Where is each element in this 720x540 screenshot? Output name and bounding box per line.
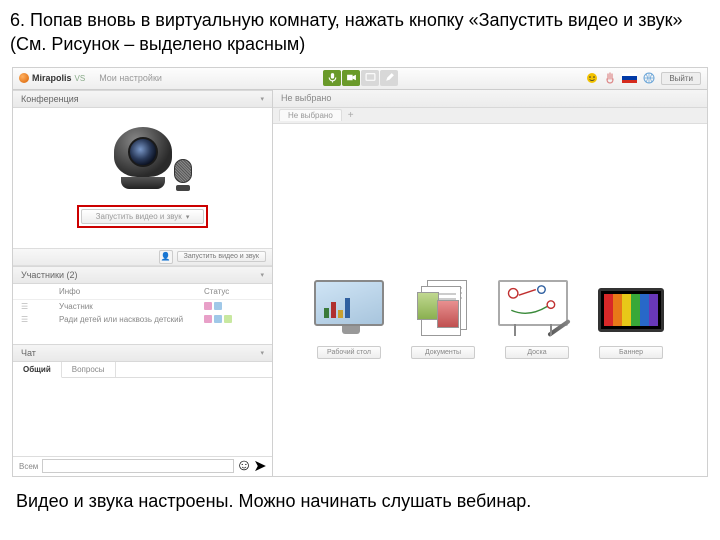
participant-row[interactable]: ☰ Участник: [13, 300, 272, 313]
smiley-icon[interactable]: [586, 72, 598, 84]
send-icon[interactable]: ➤: [254, 460, 266, 472]
banner-label: Баннер: [599, 346, 663, 359]
col-info: Инфо: [59, 287, 204, 296]
pencil-icon[interactable]: [380, 70, 398, 86]
breadcrumb: Мои настройки: [99, 73, 162, 83]
content-tab[interactable]: Не выбрано: [279, 109, 342, 121]
app-screenshot: Mirapolis VS Мои настройки Выйти: [12, 67, 708, 477]
app-logo: Mirapolis VS: [19, 73, 85, 83]
mic-icon[interactable]: [323, 70, 341, 86]
documents-card[interactable]: Документы: [404, 280, 482, 359]
conference-panel-header: Конференция ▾: [13, 90, 272, 108]
banner-card[interactable]: Баннер: [592, 280, 670, 359]
chat-title: Чат: [21, 348, 36, 358]
content-header-label: Не выбрано: [281, 93, 331, 103]
add-tab-icon[interactable]: +: [348, 110, 354, 121]
participants-panel-header: Участники (2) ▾: [13, 266, 272, 284]
caret-icon[interactable]: ▾: [260, 349, 264, 357]
caret-icon[interactable]: ▾: [260, 271, 264, 279]
emoji-icon[interactable]: ☺: [238, 460, 250, 472]
conference-toolbar: 👤 Запустить видео и звук: [13, 248, 272, 266]
documents-label: Документы: [411, 346, 475, 359]
conference-preview: Запустить видео и звук: [13, 108, 272, 248]
board-card[interactable]: Доска: [498, 280, 576, 359]
top-bar: Mirapolis VS Мои настройки Выйти: [13, 68, 707, 90]
chat-panel-header: Чат ▾: [13, 344, 272, 362]
tab-general[interactable]: Общий: [13, 362, 62, 378]
microphone-icon: [174, 159, 192, 191]
desktop-card[interactable]: Рабочий стол: [310, 280, 388, 359]
step-instruction: 6. Попав вновь в виртуальную комнату, на…: [10, 8, 710, 57]
participants-list: Инфо Статус ☰ Участник ☰ Ради детей или …: [13, 284, 272, 344]
participants-title: Участники (2): [21, 270, 78, 280]
chat-input[interactable]: [42, 459, 234, 473]
hand-icon[interactable]: [604, 72, 616, 84]
col-status: Статус: [204, 287, 264, 296]
launch-av-small-button[interactable]: Запустить видео и звук: [177, 251, 266, 262]
screen-icon[interactable]: [361, 70, 379, 86]
participant-row[interactable]: ☰ Ради детей или насквозь детский: [13, 313, 272, 326]
globe-icon[interactable]: [643, 72, 655, 84]
launch-av-button[interactable]: Запустить видео и звук: [81, 209, 205, 224]
flag-ru-icon[interactable]: [622, 73, 637, 83]
participant-name: Участник: [59, 302, 204, 311]
conclusion-text: Видео и звука настроены. Можно начинать …: [10, 491, 710, 512]
caret-icon[interactable]: ▾: [260, 95, 264, 103]
chat-panel: Общий Вопросы Всем ☺ ➤: [13, 362, 272, 476]
exit-button[interactable]: Выйти: [661, 72, 701, 85]
desktop-label: Рабочий стол: [317, 346, 381, 359]
brand-suffix: VS: [75, 74, 86, 83]
board-label: Доска: [505, 346, 569, 359]
camera-icon[interactable]: [342, 70, 360, 86]
webcam-icon: [114, 127, 172, 189]
brand-name: Mirapolis: [32, 73, 72, 83]
user-add-icon[interactable]: 👤: [159, 250, 173, 264]
content-header: Не выбрано: [273, 90, 707, 108]
participant-name: Ради детей или насквозь детский: [59, 315, 204, 324]
logo-icon: [19, 73, 29, 83]
conference-title: Конференция: [21, 94, 79, 104]
tab-questions[interactable]: Вопросы: [62, 362, 116, 377]
chat-to-label: Всем: [19, 462, 38, 471]
launch-av-highlight: Запустить видео и звук: [77, 205, 209, 228]
content-tabs: Не выбрано +: [273, 108, 707, 124]
